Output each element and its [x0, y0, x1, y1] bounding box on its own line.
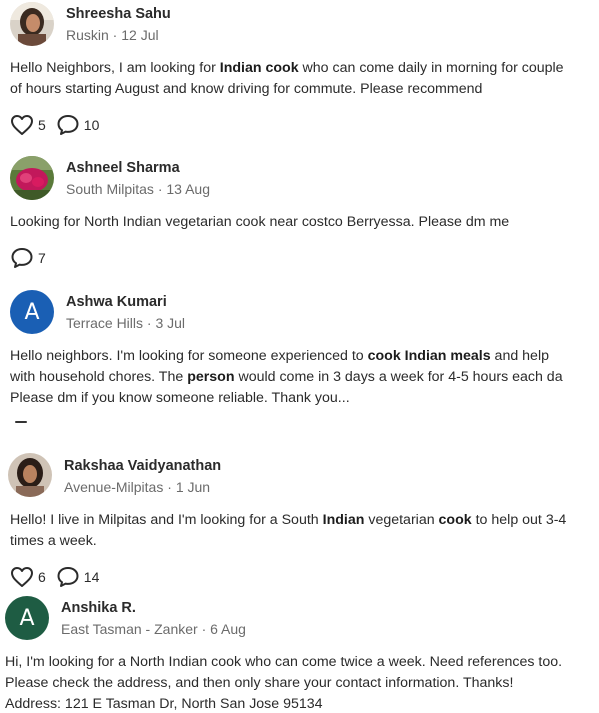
post-meta: Avenue-Milpitas · 1 Jun	[64, 479, 211, 495]
body-text: Please dm if you know someone reliable. …	[10, 390, 350, 406]
comment-button[interactable]: 10	[56, 114, 100, 136]
body-text: to help out 3-4	[471, 512, 567, 528]
author-name[interactable]: Rakshaa Vaidyanathan	[64, 458, 221, 474]
neighborhood[interactable]: Terrace Hills	[66, 315, 143, 331]
post-body: Hello Neighbors, I am looking for Indian…	[10, 58, 599, 100]
avatar[interactable]	[8, 453, 52, 497]
like-button[interactable]: 5	[10, 114, 46, 136]
body-text: who can come daily in morning for couple	[298, 60, 564, 76]
avatar[interactable]	[10, 2, 54, 46]
body-text: vegetarian	[364, 512, 439, 528]
body-text: and help	[490, 348, 549, 364]
author-name[interactable]: Ashwa Kumari	[66, 294, 167, 310]
body-text: Hello Neighbors, I am looking for	[10, 60, 220, 76]
post-body-line: Looking for North Indian vegetarian cook…	[10, 212, 599, 233]
post-body-line: of hours starting August and know drivin…	[10, 79, 599, 100]
comment-button[interactable]: 14	[56, 566, 100, 588]
comment-count: 14	[83, 569, 100, 585]
neighborhood[interactable]: Avenue-Milpitas	[64, 479, 163, 495]
avatar[interactable]: A	[5, 596, 49, 640]
comment-count: 7	[38, 250, 46, 266]
speech-bubble-icon	[56, 566, 80, 588]
post-meta: Terrace Hills · 3 Jul	[66, 315, 186, 331]
body-text: Hello! I live in Milpitas and I'm lookin…	[10, 512, 323, 528]
speech-bubble-icon	[56, 114, 80, 136]
post-body: Hello! I live in Milpitas and I'm lookin…	[10, 510, 599, 552]
post-body-line: Please check the address, and then only …	[5, 673, 595, 694]
heart-outline-icon	[10, 566, 34, 588]
like-count: 5	[38, 117, 46, 133]
avatar[interactable]: A	[10, 290, 54, 334]
heart-outline-icon	[10, 114, 34, 136]
body-text: Hello neighbors. I'm looking for someone…	[10, 348, 368, 364]
highlighted-keyword: person	[187, 369, 235, 385]
body-text: of hours starting August and know drivin…	[10, 81, 483, 97]
post-actions: 7	[10, 245, 56, 271]
highlighted-keyword: cook Indian meals	[367, 348, 491, 364]
post-meta: East Tasman - Zanker · 6 Aug	[61, 621, 246, 637]
speech-bubble-icon	[10, 247, 34, 269]
avatar-initial: A	[19, 605, 35, 631]
post-body: Hello neighbors. I'm looking for someone…	[10, 346, 599, 409]
neighborhood[interactable]: South Milpitas	[66, 181, 154, 197]
post-body-line: with household chores. The person would …	[10, 367, 599, 388]
body-text: Please check the address, and then only …	[5, 675, 514, 691]
post-meta: South Milpitas · 13 Aug	[66, 181, 210, 197]
post-body: Looking for North Indian vegetarian cook…	[10, 212, 599, 233]
body-text: would come in 3 days a week for 4-5 hour…	[234, 369, 563, 385]
post-body-line: Address: 121 E Tasman Dr, North San Jose…	[5, 694, 595, 713]
body-text: Looking for North Indian vegetarian cook…	[10, 214, 510, 230]
post-date: 1 Jun	[175, 479, 211, 495]
neighborhood[interactable]: East Tasman - Zanker	[61, 621, 198, 637]
post-date: 3 Jul	[155, 315, 186, 331]
post-body-line: Hello Neighbors, I am looking for Indian…	[10, 58, 599, 79]
author-name[interactable]: Shreesha Sahu	[66, 6, 171, 22]
comment-button[interactable]: 7	[10, 247, 46, 269]
post-body-line: Please dm if you know someone reliable. …	[10, 388, 599, 409]
post-date: 12 Jul	[121, 27, 159, 43]
post-date: 13 Aug	[166, 181, 210, 197]
author-name[interactable]: Anshika R.	[61, 600, 136, 616]
post-body-line: Hi, I'm looking for a North Indian cook …	[5, 652, 595, 673]
post-actions: 6 14	[10, 564, 109, 590]
body-text: Address: 121 E Tasman Dr, North San Jose…	[5, 696, 323, 712]
author-name[interactable]: Ashneel Sharma	[66, 160, 180, 176]
comment-count: 10	[83, 117, 100, 133]
like-button[interactable]: 6	[10, 566, 46, 588]
post-body-line: Hello! I live in Milpitas and I'm lookin…	[10, 510, 599, 531]
highlighted-keyword: cook	[438, 512, 472, 528]
avatar-initial: A	[24, 299, 40, 325]
body-text: Hi, I'm looking for a North Indian cook …	[5, 654, 563, 670]
body-text: times a week.	[10, 533, 97, 549]
like-count: 6	[38, 569, 46, 585]
highlighted-keyword: Indian cook	[219, 60, 299, 76]
avatar[interactable]	[10, 156, 54, 200]
post-body-line: Hello neighbors. I'm looking for someone…	[10, 346, 599, 367]
post-actions: 5 10	[10, 112, 109, 138]
divider	[15, 421, 27, 423]
post-meta: Ruskin · 12 Jul	[66, 27, 159, 43]
post-body-line: times a week.	[10, 531, 599, 552]
post-body: Hi, I'm looking for a North Indian cook …	[5, 652, 595, 713]
body-text: with household chores. The	[10, 369, 188, 385]
highlighted-keyword: Indian	[322, 512, 365, 528]
post-date: 6 Aug	[210, 621, 246, 637]
neighborhood[interactable]: Ruskin	[66, 27, 109, 43]
